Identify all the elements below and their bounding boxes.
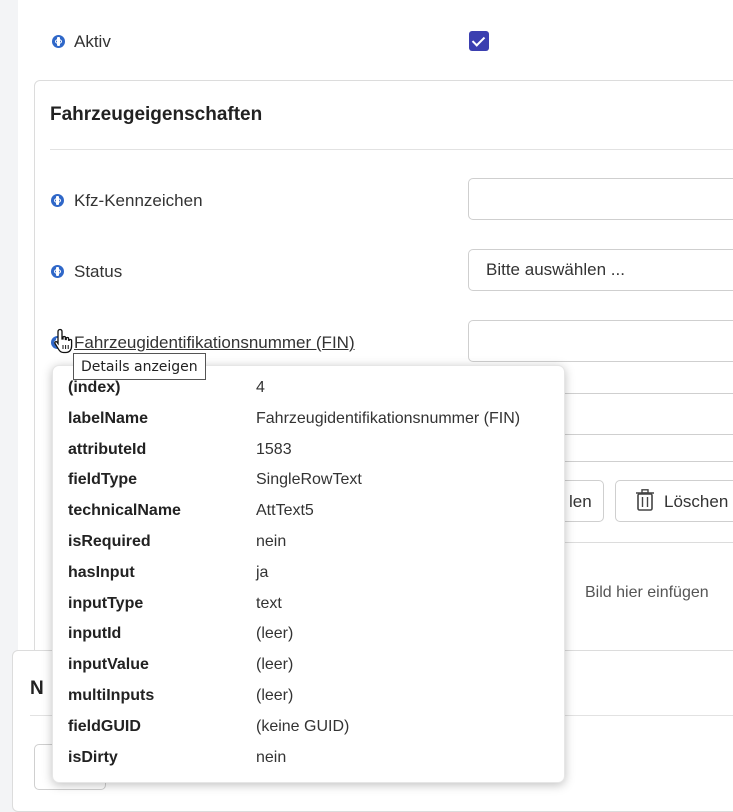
detail-key: inputId xyxy=(68,625,122,642)
detail-key: fieldGUID xyxy=(68,718,141,735)
fin-input[interactable] xyxy=(468,320,733,362)
detail-key: isDirty xyxy=(68,749,118,766)
detail-key: multiInputs xyxy=(68,687,155,704)
detail-value: 1583 xyxy=(256,441,292,458)
fin-label[interactable]: Fahrzeugidentifikationsnummer (FIN) xyxy=(74,333,355,353)
detail-key: hasInput xyxy=(68,564,135,581)
divider xyxy=(50,149,733,150)
detail-value: nein xyxy=(256,749,287,766)
active-checkbox[interactable] xyxy=(469,31,489,51)
detail-key: fieldType xyxy=(68,471,138,488)
info-icon[interactable] xyxy=(51,194,64,207)
upload-button-label: len xyxy=(569,492,592,511)
detail-key: inputValue xyxy=(68,656,149,673)
detail-value: (leer) xyxy=(256,687,294,704)
detail-value: Fahrzeugidentifikationsnummer (FIN) xyxy=(256,410,521,427)
detail-key: attributeId xyxy=(68,441,147,458)
detail-key: labelName xyxy=(68,410,149,427)
detail-value: (leer) xyxy=(256,656,294,673)
info-icon[interactable] xyxy=(52,35,65,48)
delete-button[interactable]: Löschen xyxy=(615,480,733,522)
status-select-value: Bitte auswählen ... xyxy=(486,260,625,279)
hand-cursor-icon xyxy=(54,328,73,354)
tooltip: Details anzeigen xyxy=(73,353,206,380)
detail-value: SingleRowText xyxy=(256,471,362,488)
detail-key: (index) xyxy=(68,379,121,396)
delete-button-label: Löschen xyxy=(664,492,729,511)
detail-value: ja xyxy=(256,564,269,581)
trash-icon xyxy=(636,489,654,511)
plate-label: Kfz-Kennzeichen xyxy=(74,191,203,210)
detail-value: AttText5 xyxy=(256,502,314,519)
section-title: Fahrzeugeigenschaften xyxy=(50,104,263,125)
detail-value: text xyxy=(256,595,282,612)
detail-key: isRequired xyxy=(68,533,151,550)
detail-key: technicalName xyxy=(68,502,181,519)
info-icon[interactable] xyxy=(51,265,64,278)
detail-key: inputType xyxy=(68,595,144,612)
detail-value: (leer) xyxy=(256,625,294,642)
plate-input[interactable] xyxy=(468,178,733,220)
bottom-section-title: N xyxy=(30,678,44,699)
detail-value: nein xyxy=(256,533,287,550)
dropzone-text: Bild hier einfügen xyxy=(585,584,709,601)
status-label: Status xyxy=(74,262,123,281)
detail-value: 4 xyxy=(256,379,265,396)
detail-value: (keine GUID) xyxy=(256,718,350,735)
active-label: Aktiv xyxy=(74,32,111,51)
